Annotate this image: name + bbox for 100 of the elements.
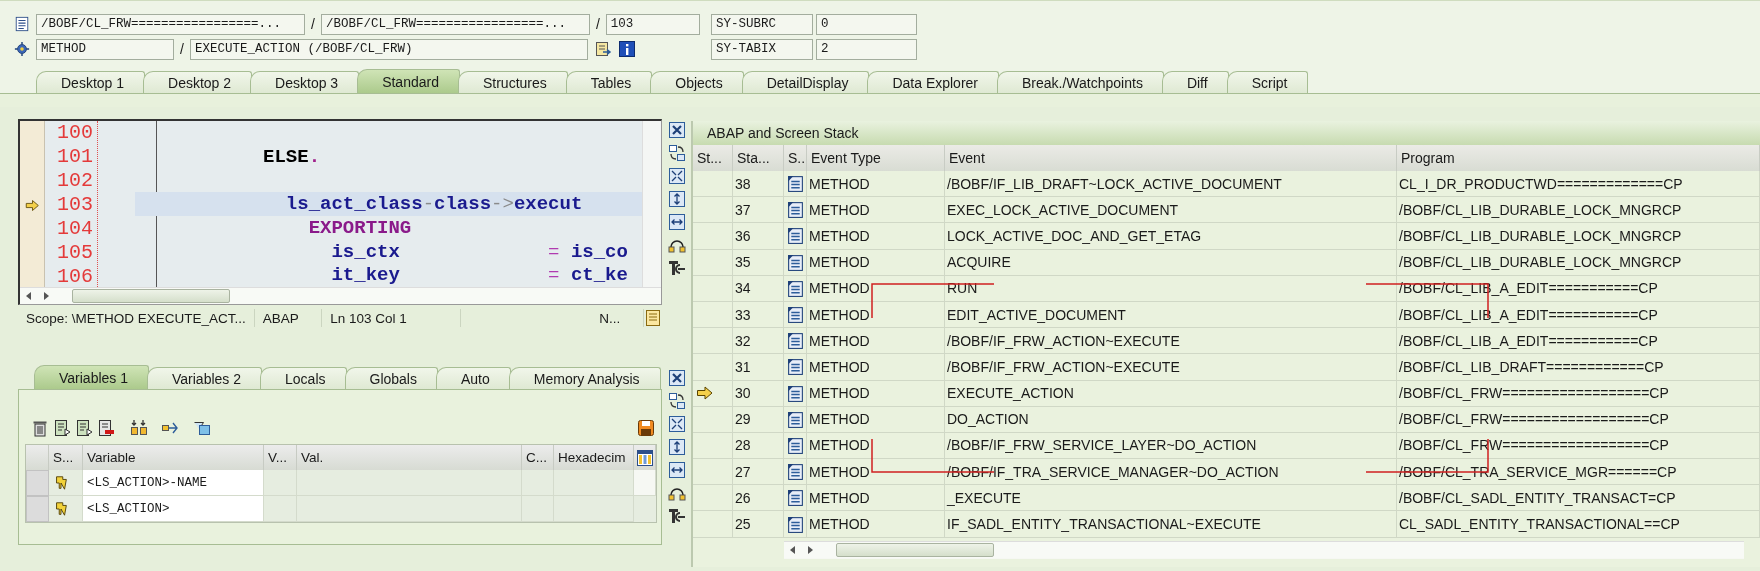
swap-icon[interactable] <box>668 392 686 410</box>
table-cell: 34 <box>733 275 784 302</box>
trash-icon[interactable] <box>31 419 49 437</box>
close-icon[interactable] <box>668 121 686 139</box>
tab[interactable]: Script <box>1226 71 1309 93</box>
display-icon[interactable] <box>593 40 612 58</box>
line-number: 104 <box>56 217 94 241</box>
table-cell: /BOBF/CL_SADL_ENTITY_TRANSACT=CP <box>1397 485 1760 512</box>
vertical-split-icon[interactable] <box>668 190 686 208</box>
code-editor[interactable]: 100 101 102 103 104 105 106 ELSE. ls_act_class-class->execut EXPORTING is_ctx = is_co it_key = ct_ke <box>18 119 662 305</box>
horizontal-scrollbar[interactable] <box>784 540 1744 558</box>
tab[interactable]: Locals <box>260 367 347 389</box>
document-delete-icon[interactable] <box>97 419 115 437</box>
tab[interactable]: Diff <box>1161 71 1229 93</box>
tab[interactable]: Variables 1 <box>34 365 149 389</box>
column-header[interactable]: Sta... <box>733 145 784 171</box>
field[interactable]: EXECUTE_ACTION (/BOBF/CL_FRW) <box>189 38 588 60</box>
column-header[interactable]: Hexadecim <box>554 445 634 470</box>
tab[interactable]: Auto <box>435 367 511 389</box>
table-cell: 28 <box>733 432 784 460</box>
column-header[interactable]: St... <box>693 145 733 171</box>
column-header[interactable]: S.. <box>784 145 807 171</box>
horizontal-split-icon[interactable] <box>668 213 686 231</box>
document-icon[interactable] <box>53 419 71 437</box>
column-header[interactable]: Program <box>1397 145 1760 171</box>
vertical-scrollbar[interactable] <box>642 121 661 287</box>
status-text: ABAP <box>254 309 323 327</box>
expand-icon[interactable] <box>668 167 686 185</box>
info-icon[interactable] <box>617 40 636 58</box>
table-cell: <LS_ACTION>-NAME <box>83 470 264 496</box>
header-cell[interactable] <box>26 445 49 470</box>
notes-icon[interactable] <box>644 309 662 327</box>
system-field-value: 2 <box>816 38 917 60</box>
column-header[interactable]: Val. <box>297 445 522 470</box>
field[interactable]: /BOBF/CL_FRW=================... <box>320 13 590 35</box>
tab[interactable]: Desktop 3 <box>250 71 360 93</box>
column-header[interactable]: Event <box>945 145 1397 171</box>
tab[interactable]: Desktop 1 <box>36 71 146 93</box>
expand-icon[interactable] <box>668 415 686 433</box>
table-cell: METHOD <box>807 354 945 381</box>
code-line: it_key = ct_ke <box>330 263 629 287</box>
vertical-scrollbar[interactable] <box>634 470 656 496</box>
swap-icon[interactable] <box>668 144 686 162</box>
table-cell: METHOD <box>807 432 945 460</box>
tab[interactable]: Data Explorer <box>867 71 999 93</box>
tab[interactable]: Variables 2 <box>147 367 263 389</box>
table-cell: METHOD <box>807 459 945 486</box>
blocks-icon[interactable] <box>130 419 148 437</box>
horizontal-scrollbar[interactable] <box>20 287 661 304</box>
column-header[interactable]: S... <box>49 445 83 470</box>
line-number: 102 <box>56 169 94 193</box>
code-line: EXPORTING <box>307 215 413 240</box>
tab[interactable]: Memory Analysis <box>508 367 661 389</box>
current-line-arrow-icon <box>24 197 40 213</box>
table-cell: 38 <box>733 171 784 198</box>
tools-icon[interactable] <box>668 259 686 277</box>
tab[interactable]: Globals <box>344 367 438 389</box>
column-header[interactable]: Variable <box>83 445 264 470</box>
table-cell: /BOBF/CL_LIB_DRAFT============CP <box>1397 354 1760 381</box>
line-number: 106 <box>56 265 94 287</box>
table-cell: 25 <box>733 511 784 538</box>
close-icon[interactable] <box>668 369 686 387</box>
table-cell: METHOD <box>807 249 945 276</box>
panel-title: ABAP and Screen Stack <box>693 121 1760 145</box>
field[interactable]: /BOBF/CL_FRW=================... <box>36 13 305 35</box>
field[interactable]: 103 <box>605 13 700 35</box>
tab[interactable]: Desktop 2 <box>143 71 253 93</box>
filter-icon[interactable] <box>192 419 211 437</box>
line-number: 103 <box>56 193 94 217</box>
column-header[interactable]: Event Type <box>807 145 945 171</box>
table-cell: METHOD <box>807 511 945 538</box>
tab[interactable]: Objects <box>650 71 744 93</box>
save-icon[interactable] <box>637 419 655 437</box>
table-cell: /BOBF/CL_LIB_A_EDIT===========CP <box>1397 301 1760 329</box>
table-cell: METHOD <box>807 301 945 329</box>
table-cell: /BOBF/CL_LIB_DURABLE_LOCK_MNGRCP <box>1397 249 1760 276</box>
tab[interactable]: DetailDisplay <box>741 71 870 93</box>
status-text: N... <box>591 309 644 327</box>
table-cell: /BOBF/CL_FRW==================CP <box>1397 380 1760 407</box>
column-header[interactable]: V... <box>264 445 297 470</box>
tab[interactable]: Standard <box>357 69 460 93</box>
field[interactable]: METHOD <box>36 38 174 60</box>
table-cell: 30 <box>733 380 784 407</box>
table-cell: 37 <box>733 197 784 224</box>
horizontal-split-icon[interactable] <box>668 461 686 479</box>
table-cell: /BOBF/IF_FRW_ACTION~EXECUTE <box>945 354 1397 381</box>
document-icon[interactable] <box>75 419 93 437</box>
tools-icon[interactable] <box>668 507 686 525</box>
separator-text: / <box>595 16 600 32</box>
column-header[interactable]: C... <box>522 445 554 470</box>
table-cell: /BOBF/CL_LIB_A_EDIT===========CP <box>1397 328 1760 355</box>
table-cell <box>264 496 297 522</box>
table-cell: /BOBF/IF_LIB_DRAFT~LOCK_ACTIVE_DOCUMENT <box>945 171 1397 198</box>
vertical-split-icon[interactable] <box>668 438 686 456</box>
separator-text: / <box>311 16 315 32</box>
table-cell: 27 <box>733 459 784 486</box>
table-cell: _EXECUTE <box>945 485 1397 512</box>
tab[interactable]: Structures <box>457 71 568 93</box>
tab[interactable]: Break./Watchpoints <box>997 71 1164 93</box>
tab[interactable]: Tables <box>565 71 653 93</box>
